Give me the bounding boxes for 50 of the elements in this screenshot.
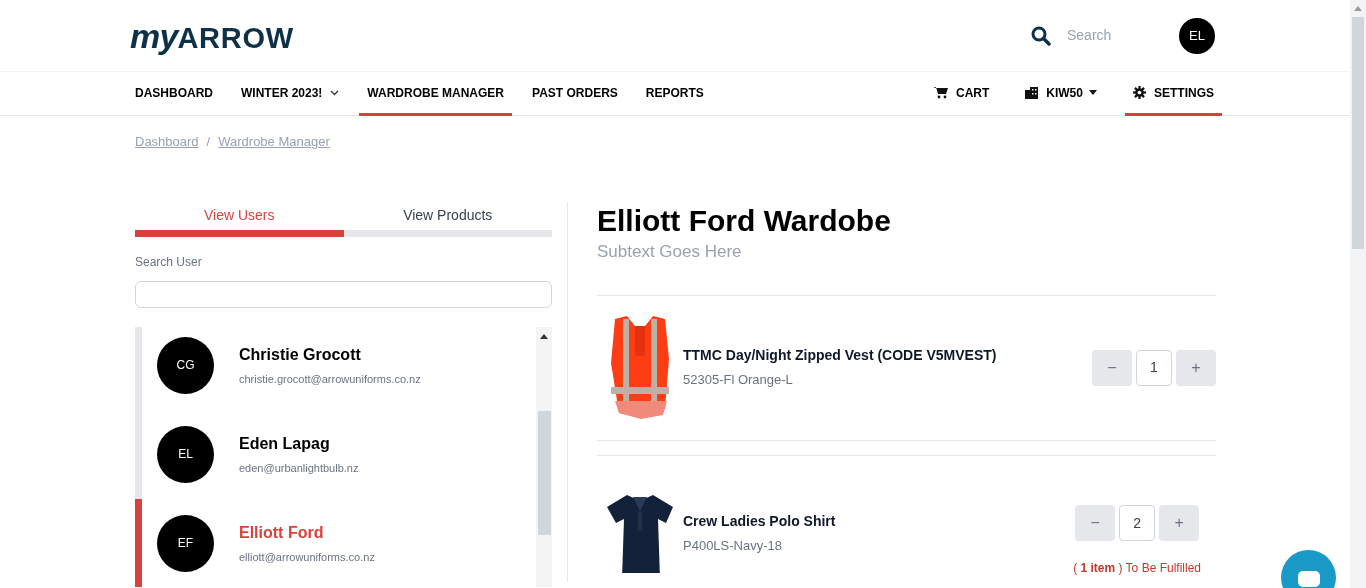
breadcrumb-separator: / [206,133,211,151]
nav-link[interactable]: CART [924,72,998,116]
nav-link[interactable]: KIW50 [1017,72,1105,116]
nav-link[interactable]: DASHBOARD [127,72,221,116]
user-name: Elliott Ford [239,522,325,543]
increase-button[interactable]: + [1159,505,1200,541]
user-name: Eden Lapag [239,433,331,454]
cart-icon [932,86,948,99]
search-field[interactable]: Search [1067,25,1147,46]
tab[interactable]: View Products [343,201,552,237]
user-avatar[interactable]: EL [1179,17,1215,54]
quantity-field[interactable]: 1 [1136,349,1172,386]
user-email: elliott@arrowuniforms.co.nz [239,549,375,565]
user-name: Christie Grocott [239,344,362,365]
scrollbar[interactable] [536,326,552,587]
search-user-field[interactable] [135,280,552,308]
decrease-button[interactable]: − [1075,505,1116,541]
caret-down-icon [1089,90,1097,95]
user-email: christie.grocott@arrowuniforms.co.nz [239,371,421,387]
building-icon [1025,86,1039,99]
settings-icon [1133,86,1146,99]
quantity-field[interactable]: 2 [1119,505,1156,541]
decrease-button[interactable]: − [1092,349,1132,386]
scrollbar-thumb[interactable] [1352,17,1364,249]
scroll-up-icon [1354,6,1362,11]
product-name: Crew Ladies Polo Shirt [683,511,837,531]
field-label: Search User [135,253,203,271]
increase-button[interactable]: + [1176,349,1216,386]
scroll-up-icon [540,333,548,339]
fulfilment-note: ( 1 item ) To Be Fulfilled [1073,560,1201,577]
user-avatar: CG [157,336,214,394]
page-scrollbar[interactable] [1350,0,1366,588]
product-code: 52305-Fl Orange-L [683,371,794,390]
tab[interactable]: View Users [135,201,344,237]
nav-link[interactable]: SETTINGS [1125,72,1222,116]
product-code: P400LS-Navy-18 [683,536,783,555]
logo[interactable]: myARROW [130,18,294,53]
user-avatar: EL [157,425,214,483]
nav-link[interactable]: WARDROBE MANAGER [359,72,513,116]
scrollbar-thumb[interactable] [538,410,551,535]
user-email: eden@urbanlightbulb.nz [239,460,359,476]
page-title: Elliott Ford Wardobe [597,202,892,239]
nav-link[interactable]: WINTER 2023! [233,72,348,116]
nav-link[interactable]: REPORTS [637,72,712,116]
chevron-down-icon [330,89,340,96]
product-name: TTMC Day/Night Zipped Vest (CODE V5MVEST) [683,346,998,366]
search-icon[interactable] [1031,25,1051,46]
user-avatar: EF [157,514,214,572]
nav-link[interactable]: PAST ORDERS [524,72,626,116]
page-subtitle: Subtext Goes Here [597,241,743,263]
